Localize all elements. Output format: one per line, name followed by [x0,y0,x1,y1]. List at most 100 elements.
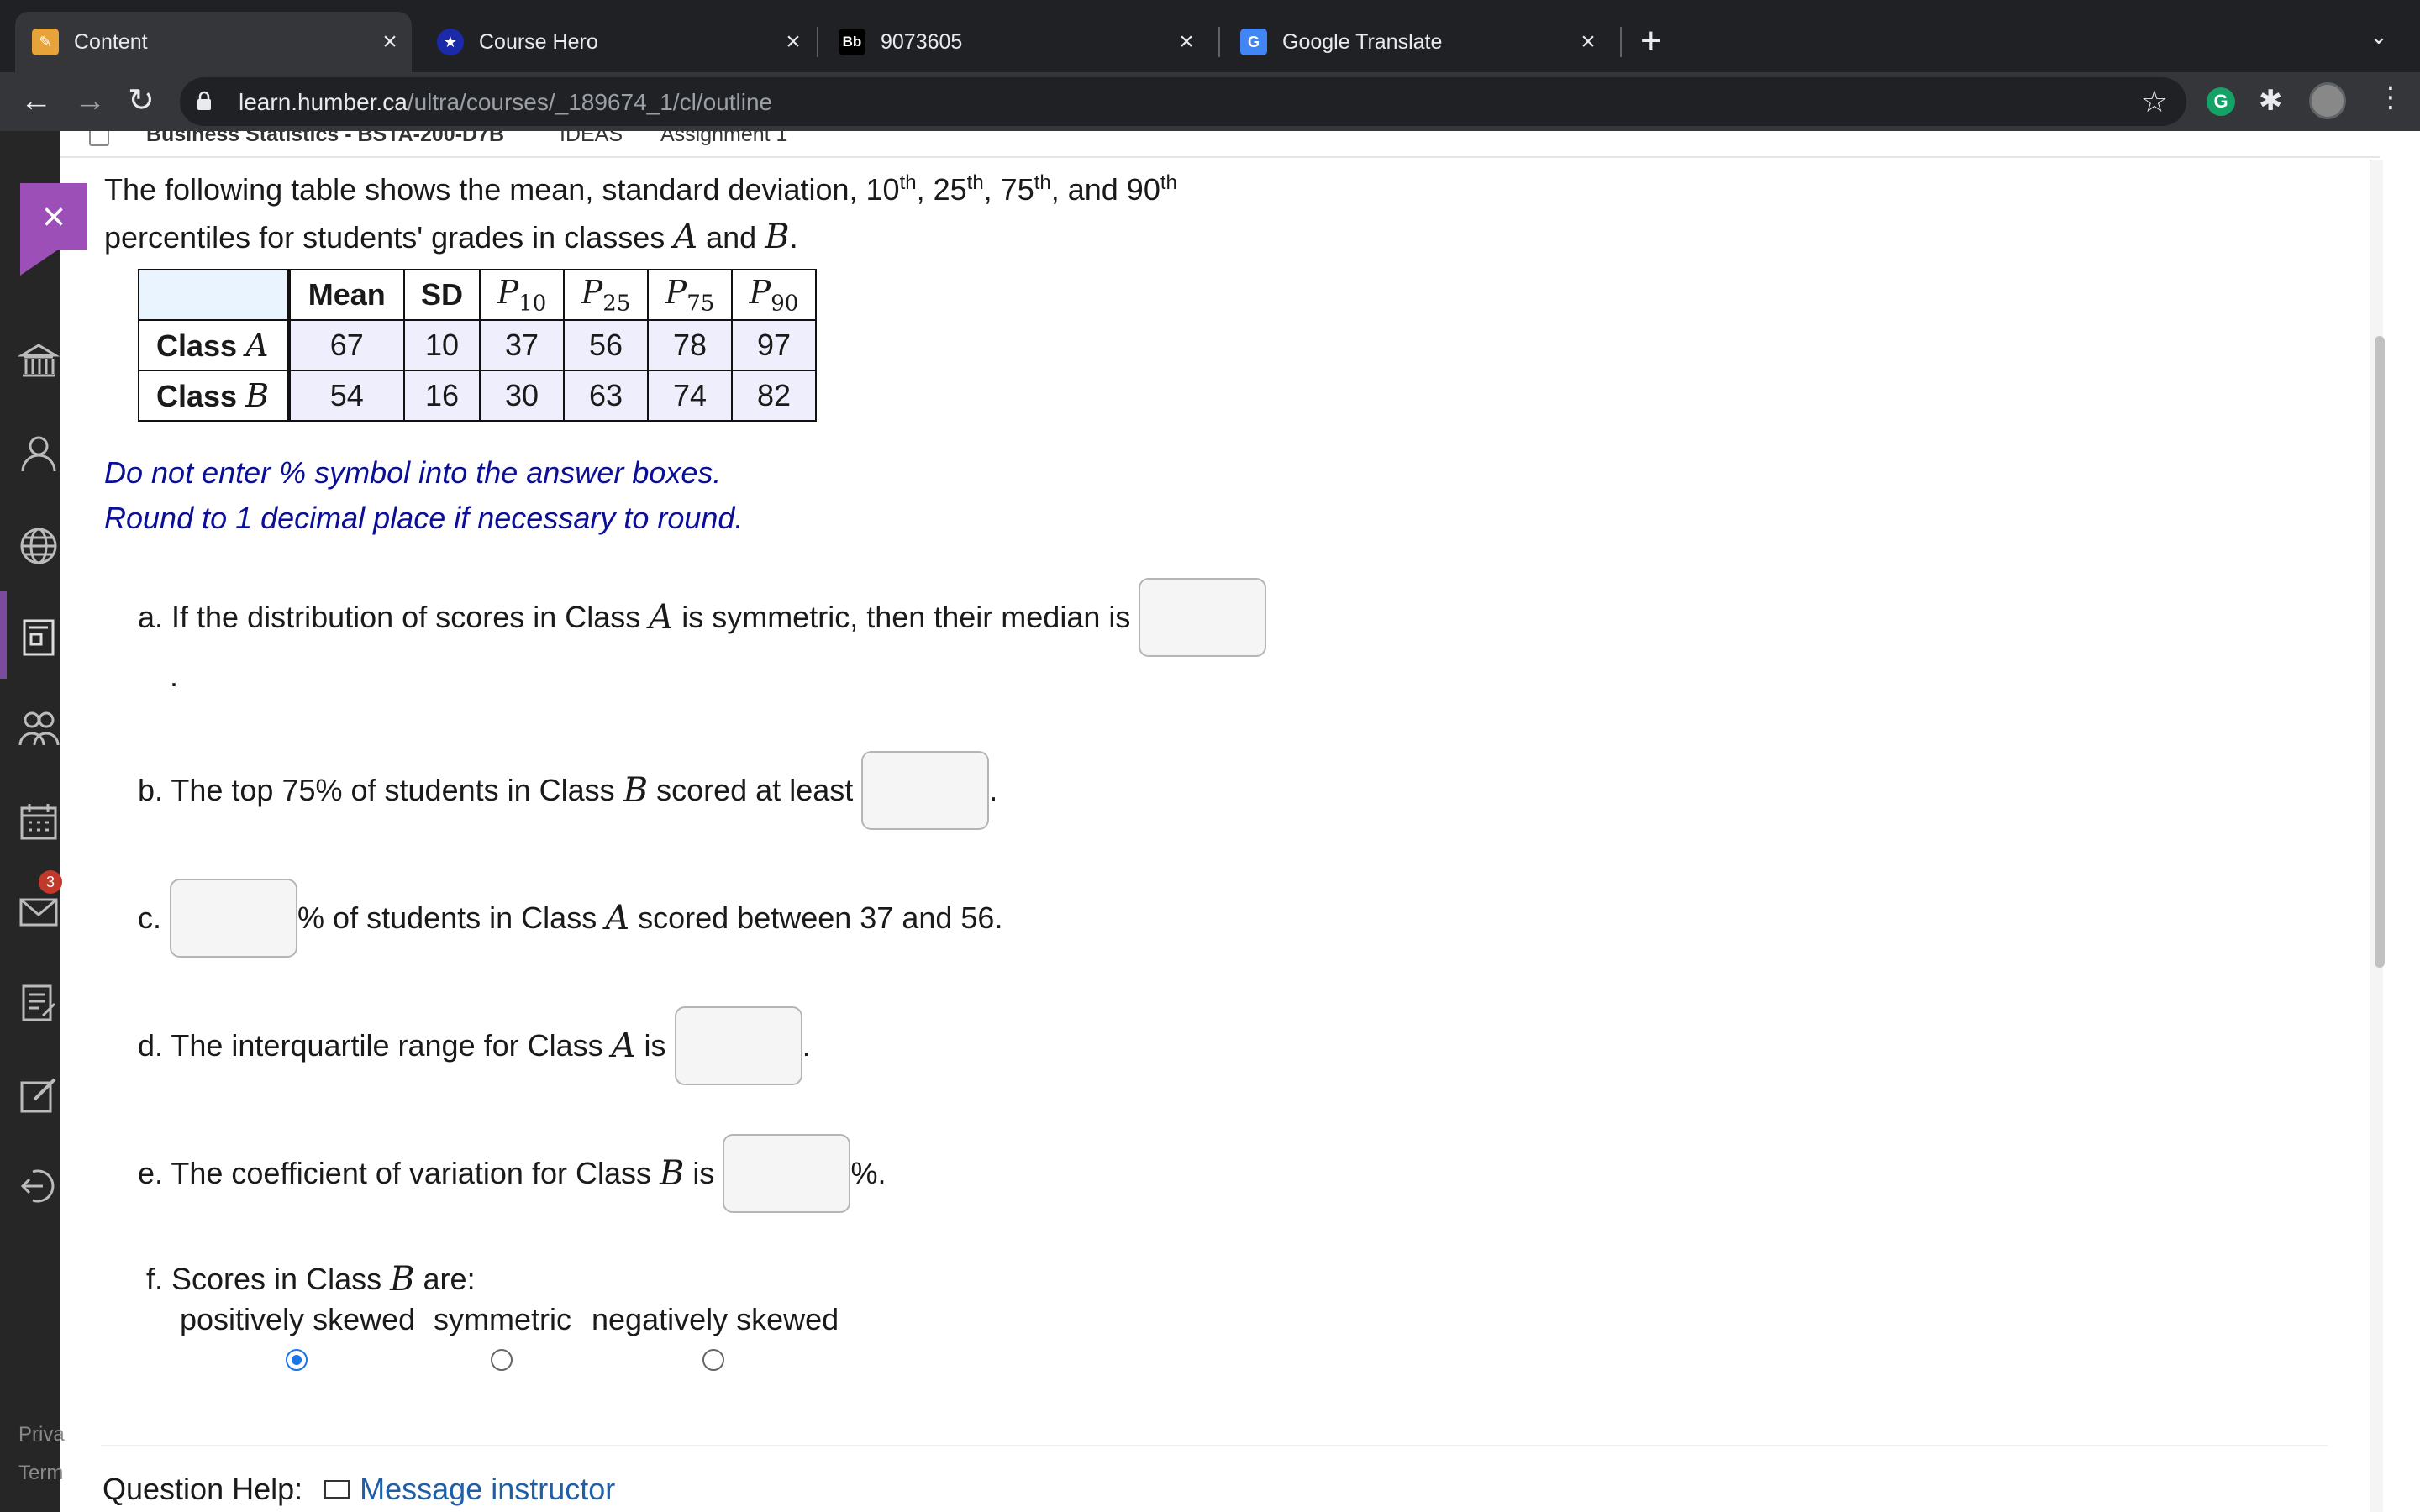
tab-separator [817,27,818,57]
part-f: f. Scores in Class B are: [146,1260,476,1299]
answer-input-d[interactable] [674,1006,802,1085]
part-b: b. The top 75% of students in Class B sc… [138,751,997,830]
table-cell: 56 [563,319,649,371]
header-p90: P90 [731,269,817,321]
browser-toolbar: ← → ↻ learn.humber.ca/ultra/courses/_189… [0,72,2420,131]
table-cell: 97 [731,319,817,371]
tab-title: Content [74,29,148,54]
active-nav-indicator [0,591,7,679]
tab-close-icon[interactable]: × [1573,28,1603,56]
question-intro: The following table shows the mean, stan… [104,171,1177,256]
terms-link[interactable]: Term [18,1462,63,1485]
translate-icon: G [1240,29,1267,55]
radio-symmetric[interactable] [491,1349,513,1371]
reload-icon[interactable]: ↻ [128,82,155,119]
table-cell: 30 [479,370,565,422]
globe-icon[interactable] [17,524,60,568]
part-d: d. The interquartile range for Class A i… [138,1006,811,1085]
close-icon: × [41,194,66,239]
pencil-icon: ✎ [32,29,59,55]
grammarly-extension-icon[interactable]: G [2207,87,2235,116]
left-navigation: 3 Priva Term [0,131,65,1512]
messages-icon[interactable] [17,890,60,934]
breadcrumb: Business Statistics - BSTA-200-D7B IDEAS… [60,131,2380,158]
radio-positively-skewed[interactable] [286,1349,308,1371]
close-panel-button[interactable]: × [20,183,87,250]
question-help: Question Help: Message instructor [103,1472,615,1507]
profile-icon[interactable] [17,432,60,475]
answer-input-a[interactable] [1139,578,1267,657]
tab-separator [1218,27,1220,57]
table-cell: 63 [563,370,649,422]
lock-icon [197,91,211,110]
extensions-puzzle-icon[interactable]: ✱ [2259,84,2283,118]
profile-avatar[interactable] [2309,82,2346,119]
table-cell: 16 [403,370,481,422]
tab-course-hero[interactable]: ★ Course Hero × [420,12,815,72]
courses-icon[interactable] [17,615,60,659]
table-cell: 37 [479,319,565,371]
table-cell: 54 [287,370,405,422]
table-cell: 74 [647,370,733,422]
header-mean: Mean [287,269,405,321]
part-a-period: . [170,659,179,693]
new-tab-icon[interactable]: + [1640,18,1662,64]
privacy-link[interactable]: Priva [18,1423,65,1446]
star-icon: ★ [437,29,464,55]
more-menu-icon[interactable]: ⋮ [2376,81,2405,114]
bookmark-star-icon[interactable]: ☆ [2141,84,2168,119]
table-row: Class A 67 10 37 56 78 97 [138,319,817,371]
scrollbar-thumb[interactable] [2375,336,2385,968]
instruction-note: Do not enter % symbol into the answer bo… [104,455,722,490]
tab-close-icon[interactable]: × [1171,28,1202,56]
instruction-note: Round to 1 decimal place if necessary to… [104,501,744,535]
tab-close-icon[interactable]: × [375,28,405,56]
address-bar[interactable]: learn.humber.ca/ultra/courses/_189674_1/… [180,77,2186,126]
calendar-icon[interactable] [17,800,60,843]
chevron-down-icon[interactable]: ⌄ [2370,24,2388,50]
answer-input-b[interactable] [861,751,990,830]
answer-input-e[interactable] [723,1134,851,1213]
option-label: negatively skewed [592,1302,839,1336]
tools-edit-icon[interactable] [17,1074,60,1117]
part-c: c. % of students in Class A scored betwe… [138,879,1002,958]
forward-arrow-icon[interactable]: → [74,82,106,119]
header-p75: P75 [647,269,733,321]
tab-title: Google Translate [1282,29,1443,54]
notification-badge: 3 [39,870,62,894]
blackboard-icon: Bb [839,29,865,55]
table-cell: 82 [731,370,817,422]
tab-google-translate[interactable]: G Google Translate × [1223,12,1610,72]
option-label: positively skewed [180,1302,416,1336]
grades-icon[interactable] [17,981,60,1025]
question-help-label: Question Help: [103,1472,303,1506]
option-label: symmetric [434,1302,571,1336]
breadcrumb-course[interactable]: Business Statistics - BSTA-200-D7B [146,131,504,147]
answer-input-c[interactable] [170,879,298,958]
table-header-row: Mean SD P10 P25 P75 P90 [138,269,817,321]
envelope-icon [324,1480,350,1499]
tab-title: 9073605 [881,29,963,54]
breadcrumb-section[interactable]: IDEAS [560,131,623,147]
header-sd: SD [403,269,481,321]
table-cell: 78 [647,319,733,371]
tab-close-icon[interactable]: × [778,28,808,56]
url-text: learn.humber.ca/ultra/courses/_189674_1/… [239,89,773,115]
header-p25: P25 [563,269,649,321]
statistics-table: Mean SD P10 P25 P75 P90 Class A 67 10 37… [138,269,817,422]
institution-icon[interactable] [17,339,60,383]
back-arrow-icon[interactable]: ← [20,82,52,119]
part-e: e. The coefficient of variation for Clas… [138,1134,886,1213]
radio-negatively-skewed[interactable] [702,1349,724,1371]
groups-icon[interactable] [17,707,60,751]
message-instructor-link[interactable]: Message instructor [360,1472,615,1507]
sign-out-icon[interactable] [17,1164,60,1208]
table-cell: 10 [403,319,481,371]
tab-9073605[interactable]: Bb 9073605 × [822,12,1208,72]
question-content: The following table shows the mean, stan… [101,160,2353,1512]
tab-title: Course Hero [479,29,598,54]
tab-content[interactable]: ✎ Content × [15,12,412,72]
breadcrumb-item[interactable]: Assignment 1 [660,131,787,147]
browser-tab-strip: ✎ Content × ★ Course Hero × Bb 9073605 ×… [0,0,2420,72]
tab-separator [1620,27,1622,57]
